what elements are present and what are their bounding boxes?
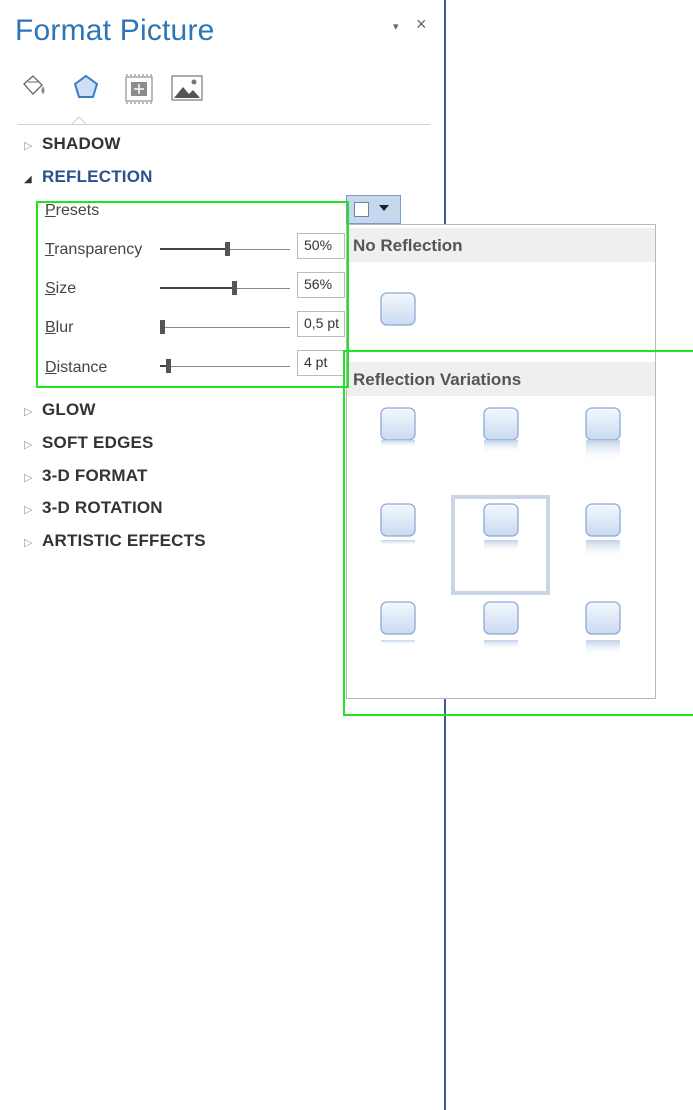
size-position-icon — [125, 74, 153, 104]
section-artistic-effects-label: ARTISTIC EFFECTS — [42, 531, 206, 550]
picture-tab[interactable] — [170, 70, 203, 106]
section-shadow[interactable]: ▷ SHADOW — [24, 134, 121, 154]
section-shadow-label: SHADOW — [42, 134, 121, 153]
preset-swatch-icon — [354, 202, 369, 217]
section-soft-edges[interactable]: ▷ SOFT EDGES — [24, 433, 154, 453]
section-artistic-effects[interactable]: ▷ ARTISTIC EFFECTS — [24, 531, 206, 551]
section-3d-format-label: 3-D FORMAT — [42, 466, 148, 485]
effects-tab[interactable] — [70, 70, 102, 106]
pentagon-icon — [73, 74, 99, 98]
section-soft-edges-label: SOFT EDGES — [42, 433, 154, 452]
expand-arrow-icon: ▷ — [24, 140, 33, 152]
selected-tab-caret — [72, 116, 86, 125]
section-reflection[interactable]: ◢ REFLECTION — [24, 167, 153, 187]
presets-dropdown-button[interactable] — [346, 195, 401, 224]
size-properties-tab[interactable] — [122, 70, 154, 106]
chevron-down-icon — [379, 205, 389, 211]
section-reflection-label: REFLECTION — [42, 167, 153, 186]
section-3d-format[interactable]: ▷ 3-D FORMAT — [24, 466, 148, 486]
section-3d-rotation-label: 3-D ROTATION — [42, 498, 163, 517]
collapse-arrow-icon: ◢ — [24, 174, 32, 185]
fill-line-tab[interactable] — [18, 70, 50, 106]
expand-arrow-icon: ▷ — [24, 472, 33, 484]
preset-no-reflection[interactable] — [380, 292, 416, 326]
picture-icon — [171, 75, 203, 101]
paint-bucket-icon — [23, 75, 45, 95]
close-icon[interactable]: × — [416, 14, 427, 35]
highlight-box-reflection-options — [36, 201, 349, 388]
section-glow[interactable]: ▷ GLOW — [24, 400, 96, 420]
pane-title: Format Picture — [15, 14, 215, 47]
expand-arrow-icon: ▷ — [24, 537, 33, 549]
highlight-box-reflection-variations — [343, 350, 693, 716]
section-glow-label: GLOW — [42, 400, 96, 419]
expand-arrow-icon: ▷ — [24, 439, 33, 451]
expand-arrow-icon: ▷ — [24, 406, 33, 418]
section-3d-rotation[interactable]: ▷ 3-D ROTATION — [24, 498, 163, 518]
expand-arrow-icon: ▷ — [24, 504, 33, 516]
pane-options-icon[interactable]: ▾ — [393, 20, 399, 33]
